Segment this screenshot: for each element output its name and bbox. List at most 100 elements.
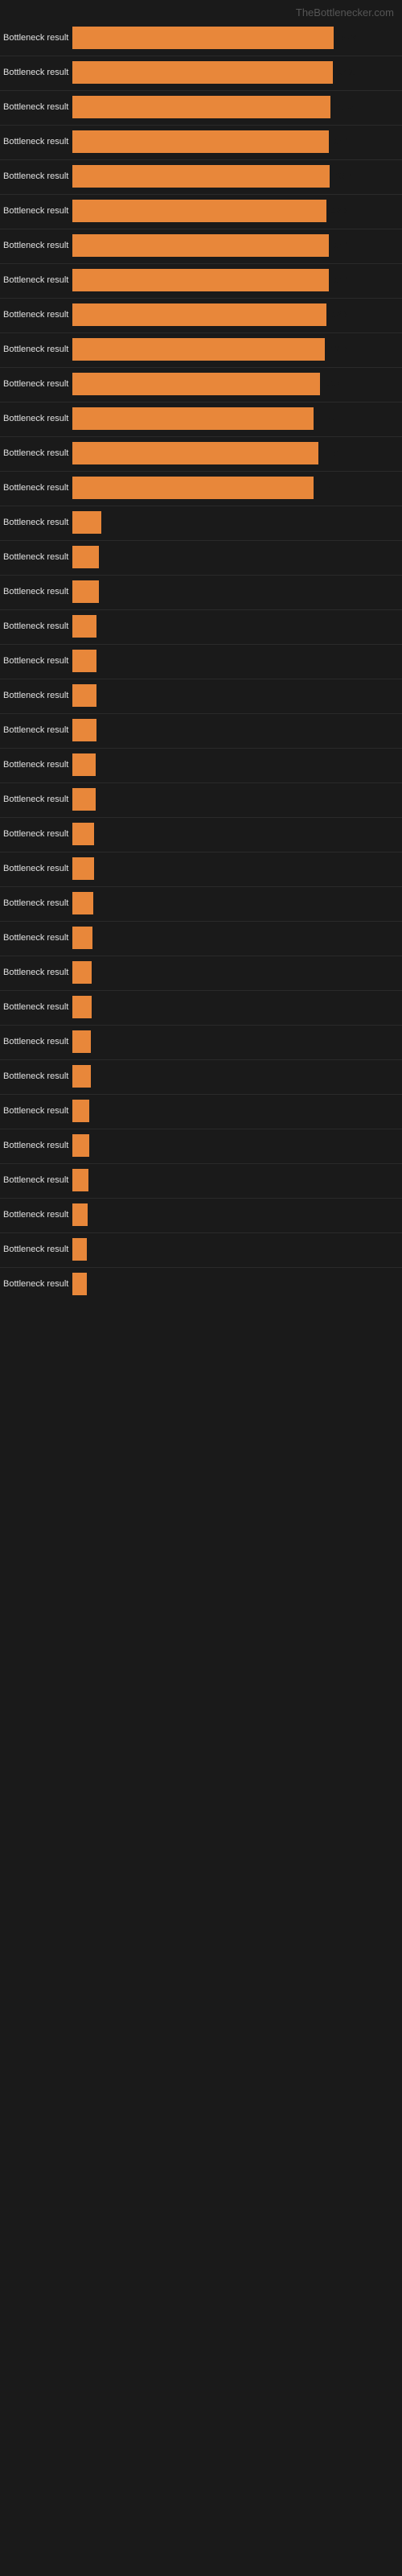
bar-label: Bottleneck result — [0, 968, 72, 977]
bar-fill — [72, 546, 99, 568]
bar-fill: 53.3 — [72, 165, 330, 188]
bar-container: 52.3 — [72, 338, 402, 361]
bar-fill — [72, 892, 93, 914]
list-item: Bottleneck result52.6 — [0, 299, 402, 331]
list-item: Bottleneck result50 — [0, 472, 402, 504]
bar-label: Bottleneck result — [0, 1245, 72, 1254]
list-item: Bottleneck result51.4 — [0, 368, 402, 400]
list-item: Bottleneck result54.2 — [0, 22, 402, 54]
bar-label: Bottleneck result — [0, 1141, 72, 1150]
bar-label: Bottleneck result — [0, 760, 72, 770]
list-item: Bottleneck result — [0, 645, 402, 677]
bar-value: 53.1 — [334, 275, 351, 285]
bar-fill: 53.1 — [72, 130, 329, 153]
bar-label: Bottleneck result — [0, 137, 72, 147]
bar-fill — [72, 1134, 89, 1157]
bar-fill — [72, 650, 96, 672]
bar-fill: 52.6 — [72, 200, 326, 222]
bar-fill: 53.1 — [72, 269, 329, 291]
list-item: Bottleneck result53.1 — [0, 126, 402, 158]
bar-label: Bottleneck result — [0, 310, 72, 320]
bar-container — [72, 1030, 402, 1053]
bar-container — [72, 1169, 402, 1191]
bar-label: Bottleneck result — [0, 102, 72, 112]
bar-container — [72, 961, 402, 984]
bar-container — [72, 823, 402, 845]
bar-container: 51 — [72, 442, 402, 464]
bar-fill — [72, 927, 92, 949]
bar-fill: 54.2 — [72, 27, 334, 49]
list-item: Bottleneck result — [0, 783, 402, 815]
bar-container — [72, 892, 402, 914]
list-item: Bottleneck result — [0, 1129, 402, 1162]
bar-container — [72, 1100, 402, 1122]
list-item: Bottleneck result — [0, 1199, 402, 1231]
site-title: TheBottlenecker.com — [296, 6, 394, 19]
bar-value: 52.3 — [330, 345, 347, 354]
bar-label: Bottleneck result — [0, 691, 72, 700]
bar-label: Bottleneck result — [0, 621, 72, 631]
list-item: Bottleneck result — [0, 1060, 402, 1092]
bar-label: Bottleneck result — [0, 933, 72, 943]
bar-fill: 52.3 — [72, 338, 325, 361]
list-item: Bottleneck result — [0, 749, 402, 781]
bar-container — [72, 1134, 402, 1157]
bar-container — [72, 1273, 402, 1295]
list-item: Bottleneck result — [0, 887, 402, 919]
bar-label: Bottleneck result — [0, 1071, 72, 1081]
bar-container — [72, 857, 402, 880]
bar-fill — [72, 1273, 87, 1295]
bar-container — [72, 650, 402, 672]
bar-label: Bottleneck result — [0, 656, 72, 666]
bar-value: 51 — [331, 448, 341, 458]
bar-fill: 54% — [72, 61, 333, 84]
list-item: Bottleneck result50 — [0, 402, 402, 435]
bar-container: 52.6 — [72, 303, 402, 326]
bar-value: 53.3 — [334, 171, 351, 181]
bar-container — [72, 615, 402, 638]
bar-label: Bottleneck result — [0, 864, 72, 873]
bar-fill — [72, 1169, 88, 1191]
bar-container: 50 — [72, 477, 402, 499]
bar-fill — [72, 719, 96, 741]
bar-value: 52.6 — [331, 310, 348, 320]
bar-label: Bottleneck result — [0, 483, 72, 493]
site-header: TheBottlenecker.com — [0, 0, 402, 22]
list-item: Bottleneck result — [0, 714, 402, 746]
bar-container — [72, 753, 402, 776]
bar-fill: 52.6 — [72, 303, 326, 326]
bar-container: 52.6 — [72, 200, 402, 222]
bar-label: Bottleneck result — [0, 725, 72, 735]
bar-fill: 50 — [72, 477, 314, 499]
bar-label: Bottleneck result — [0, 68, 72, 77]
bar-fill — [72, 1238, 87, 1261]
list-item: Bottleneck result — [0, 1164, 402, 1196]
bar-container — [72, 927, 402, 949]
bar-fill — [72, 753, 96, 776]
bar-container: 50 — [72, 407, 402, 430]
list-item: Bottleneck result53.1 — [0, 264, 402, 296]
bar-fill — [72, 511, 101, 534]
bar-container: 51.4 — [72, 373, 402, 395]
list-item: Bottleneck result — [0, 956, 402, 989]
list-item: Bottleneck result53.5 — [0, 91, 402, 123]
list-item: Bottleneck result — [0, 1233, 402, 1265]
bar-label: Bottleneck result — [0, 241, 72, 250]
bar-label: Bottleneck result — [0, 829, 72, 839]
bar-fill: 53.5 — [72, 96, 330, 118]
bar-container — [72, 1065, 402, 1088]
bar-value: 54% — [338, 68, 355, 77]
bar-label: Bottleneck result — [0, 898, 72, 908]
bar-container: 53.1 — [72, 234, 402, 257]
list-item: Bottleneck result — [0, 576, 402, 608]
bar-label: Bottleneck result — [0, 1279, 72, 1289]
bar-container — [72, 580, 402, 603]
bar-label: Bottleneck result — [0, 1210, 72, 1220]
bar-label: Bottleneck result — [0, 795, 72, 804]
list-item: Bottleneck result52.6 — [0, 195, 402, 227]
bar-label: Bottleneck result — [0, 1175, 72, 1185]
bar-container: 53.3 — [72, 165, 402, 188]
bar-fill — [72, 961, 92, 984]
bar-label: Bottleneck result — [0, 1002, 72, 1012]
bar-label: Bottleneck result — [0, 587, 72, 597]
